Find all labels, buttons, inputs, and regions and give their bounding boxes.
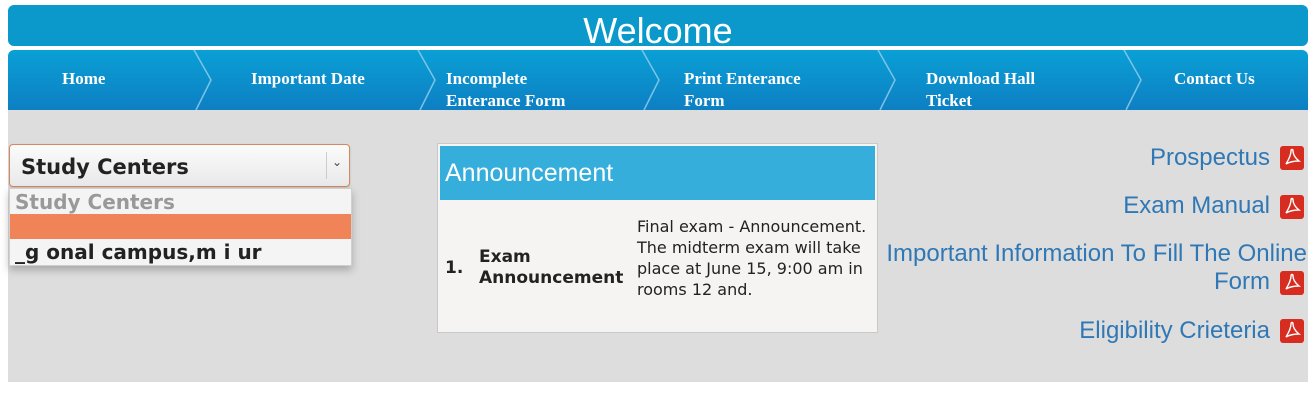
nav-incomplete-form-label-1: Incomplete: [446, 69, 528, 88]
link-important-information-cont[interactable]: Form: [1214, 268, 1270, 296]
pdf-icon[interactable]: [1279, 318, 1305, 344]
option-label: _g onal campus,m i ur: [15, 240, 262, 264]
option-study-centers: Study Centers: [10, 189, 351, 214]
link-important-information-label-1: Important Information To Fill The Online: [886, 240, 1307, 267]
nav-download-ticket-label-2: Ticket: [926, 91, 972, 110]
nav-home[interactable]: Home: [8, 50, 188, 110]
nav-important-date[interactable]: Important Date: [208, 50, 418, 110]
link-important-information[interactable]: Important Information To Fill The Online: [886, 240, 1307, 268]
link-prospectus[interactable]: Prospectus: [1150, 144, 1270, 172]
study-centers-options: Study Centers _g onal campus,m i ur: [9, 188, 352, 266]
nav-contact-us[interactable]: Contact Us: [1143, 50, 1308, 110]
welcome-title: Welcome: [583, 10, 733, 51]
nav-incomplete-form-label-2: Enterance Form: [446, 91, 566, 110]
nav-home-label: Home: [62, 69, 106, 88]
pdf-icon[interactable]: [1279, 145, 1305, 171]
study-centers-select[interactable]: Study Centers ⌄: [9, 144, 350, 187]
announcement-heading: Announcement: [445, 159, 614, 187]
chevron-down-icon: ⌄: [332, 155, 343, 169]
nav-download-ticket[interactable]: Download Hall Ticket: [898, 50, 1118, 110]
welcome-header: Welcome: [8, 5, 1308, 51]
link-exam-manual-label: Exam Manual: [1123, 192, 1270, 219]
announcement-number: 1.: [445, 258, 464, 278]
nav-important-date-label: Important Date: [251, 69, 365, 88]
link-exam-manual[interactable]: Exam Manual: [1123, 192, 1270, 220]
nav-print-form-label-1: Print Enterance: [684, 69, 801, 88]
option-regional-campus[interactable]: _g onal campus,m i ur: [10, 240, 351, 265]
study-centers-selected: Study Centers: [21, 155, 189, 179]
main-nav: Home Important Date Incomplete Enterance…: [8, 50, 1308, 110]
announcement-body: Final exam - Announcement. The midterm e…: [637, 217, 867, 299]
pdf-icon[interactable]: [1279, 270, 1305, 296]
announcement-panel: Announcement 1. Exam Announcement Final …: [437, 143, 878, 333]
nav-print-form-label-2: Form: [684, 91, 725, 110]
announcement-header: Announcement: [440, 146, 875, 200]
option-label: Study Centers: [15, 190, 175, 214]
select-divider: [326, 152, 327, 179]
nav-incomplete-form[interactable]: Incomplete Enterance Form: [433, 50, 643, 110]
pdf-icon[interactable]: [1279, 194, 1305, 220]
link-important-information-label-2: Form: [1214, 268, 1270, 295]
nav-download-ticket-label-1: Download Hall: [926, 69, 1036, 88]
link-eligibility-criteria[interactable]: Eligibility Crieteria: [1079, 317, 1270, 345]
option-blank-highlighted[interactable]: [10, 214, 351, 239]
nav-print-form[interactable]: Print Enterance Form: [658, 50, 878, 110]
link-eligibility-criteria-label: Eligibility Crieteria: [1079, 317, 1270, 344]
link-prospectus-label: Prospectus: [1149, 144, 1270, 171]
nav-contact-us-label: Contact Us: [1174, 69, 1255, 88]
announcement-title[interactable]: Exam Announcement: [479, 247, 623, 289]
